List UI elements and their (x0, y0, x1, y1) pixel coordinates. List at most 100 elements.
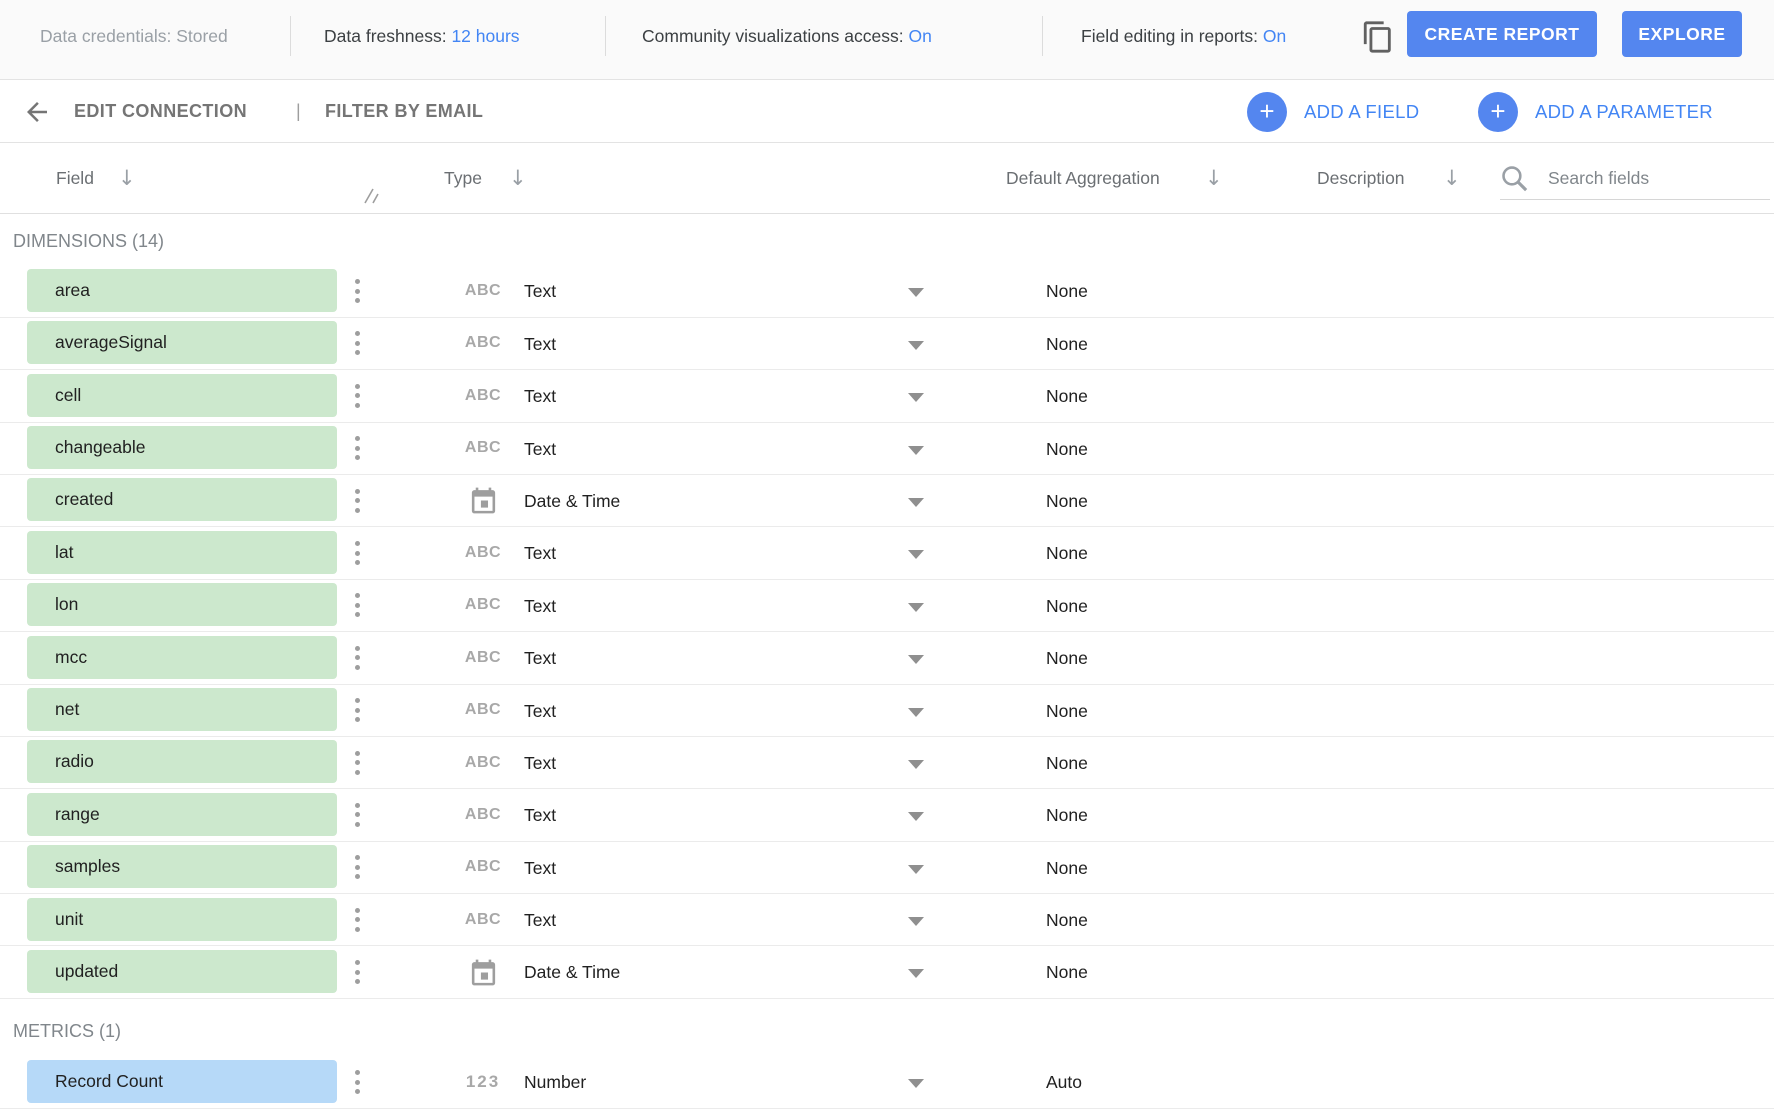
field-type-select[interactable]: ABC 123 Text (440, 632, 942, 683)
field-options-menu-button[interactable] (345, 423, 369, 474)
community-viz-link[interactable]: On (909, 26, 932, 46)
field-type-select[interactable]: ABC 123 Text (440, 370, 942, 421)
chevron-down-icon (908, 708, 924, 717)
field-aggregation-cell[interactable]: None (1046, 946, 1088, 997)
field-options-menu-button[interactable] (345, 580, 369, 631)
field-row: mcc ABC 123 Text None (0, 632, 1774, 684)
field-aggregation-cell[interactable]: None (1046, 894, 1088, 945)
field-options-menu-button[interactable] (345, 842, 369, 893)
field-aggregation-cell[interactable]: None (1046, 737, 1088, 788)
chevron-down-icon (908, 550, 924, 559)
field-options-menu-button[interactable] (345, 632, 369, 683)
field-aggregation-cell[interactable]: None (1046, 265, 1088, 316)
field-options-menu-button[interactable] (345, 894, 369, 945)
field-aggregation-cell[interactable]: None (1046, 632, 1088, 683)
field-type-select[interactable]: ABC 123 Text (440, 318, 942, 369)
field-row: lon ABC 123 Text None (0, 580, 1774, 632)
text-type-icon: ABC (462, 318, 504, 369)
field-name-chip[interactable]: averageSignal (27, 321, 337, 364)
create-report-button[interactable]: CREATE REPORT (1407, 11, 1597, 57)
field-type-select[interactable]: ABC 123 Text (440, 842, 942, 893)
field-type-select[interactable]: ABC 123 Date & Time (440, 946, 942, 997)
search-fields-input[interactable] (1548, 161, 1763, 195)
sort-description-icon[interactable]: ↓ (1443, 143, 1461, 214)
sort-aggregation-icon[interactable]: ↓ (1205, 143, 1223, 214)
field-aggregation-cell[interactable]: None (1046, 370, 1088, 421)
sort-field-icon[interactable]: ↓ (118, 143, 136, 214)
field-options-menu-button[interactable] (345, 1056, 369, 1107)
field-type-select[interactable]: ABC 123 Text (440, 580, 942, 631)
copy-data-source-button[interactable] (1358, 15, 1398, 59)
field-aggregation-cell[interactable]: None (1046, 789, 1088, 840)
column-resize-handle[interactable] (362, 187, 380, 205)
explore-button[interactable]: EXPLORE (1622, 11, 1742, 57)
field-aggregation-cell[interactable]: Auto (1046, 1056, 1082, 1107)
field-type-select[interactable]: ABC 123 Text (440, 737, 942, 788)
field-name-chip[interactable]: area (27, 269, 337, 312)
field-name-chip[interactable]: radio (27, 740, 337, 783)
field-name-chip[interactable]: lon (27, 583, 337, 626)
field-aggregation-cell[interactable]: None (1046, 423, 1088, 474)
field-editing-status: Field editing in reports: On (1081, 0, 1286, 72)
field-type-select[interactable]: ABC 123 Text (440, 789, 942, 840)
field-type-select[interactable]: ABC 123 Text (440, 265, 942, 316)
text-type-icon: ABC (462, 842, 504, 893)
field-name-chip[interactable]: changeable (27, 426, 337, 469)
field-name-chip[interactable]: updated (27, 950, 337, 993)
back-button[interactable] (22, 97, 52, 127)
field-options-menu-button[interactable] (345, 527, 369, 578)
plus-icon: + (1247, 92, 1287, 132)
text-type-icon: ABC (462, 423, 504, 474)
field-type-select[interactable]: ABC 123 Number (440, 1056, 942, 1107)
field-options-menu-button[interactable] (345, 265, 369, 316)
field-options-menu-button[interactable] (345, 370, 369, 421)
metrics-list: Record Count ABC 123 Number Auto (0, 1056, 1774, 1108)
toolbar-separator: | (296, 80, 301, 143)
field-options-menu-button[interactable] (345, 789, 369, 840)
field-aggregation-cell[interactable]: None (1046, 580, 1088, 631)
field-aggregation-cell[interactable]: None (1046, 527, 1088, 578)
text-type-icon: ABC (462, 265, 504, 316)
field-type-select[interactable]: ABC 123 Text (440, 894, 942, 945)
chevron-down-icon (908, 865, 924, 874)
divider (290, 16, 291, 56)
field-name-chip[interactable]: samples (27, 845, 337, 888)
sort-type-icon[interactable]: ↓ (509, 143, 527, 214)
back-arrow-icon (22, 97, 52, 127)
field-name-chip[interactable]: Record Count (27, 1060, 337, 1103)
data-freshness-link[interactable]: 12 hours (451, 26, 519, 46)
add-a-parameter-button[interactable]: + ADD A PARAMETER (1478, 80, 1713, 143)
text-type-icon: ABC (462, 632, 504, 683)
field-row: net ABC 123 Text None (0, 685, 1774, 737)
field-options-menu-button[interactable] (345, 946, 369, 997)
field-type-select[interactable]: ABC 123 Date & Time (440, 475, 942, 526)
field-aggregation-cell[interactable]: None (1046, 318, 1088, 369)
field-name-chip[interactable]: range (27, 793, 337, 836)
field-aggregation-cell[interactable]: None (1046, 475, 1088, 526)
filter-by-email-link[interactable]: FILTER BY EMAIL (325, 80, 483, 143)
field-name-chip[interactable]: unit (27, 898, 337, 941)
divider (605, 16, 606, 56)
field-aggregation-cell[interactable]: None (1046, 842, 1088, 893)
field-aggregation-cell[interactable]: None (1046, 685, 1088, 736)
text-type-icon: ABC (462, 737, 504, 788)
field-type-select[interactable]: ABC 123 Text (440, 527, 942, 578)
text-type-icon: ABC (462, 685, 504, 736)
field-options-menu-button[interactable] (345, 737, 369, 788)
date-type-icon (462, 475, 504, 526)
field-name-chip[interactable]: mcc (27, 636, 337, 679)
field-name-chip[interactable]: created (27, 478, 337, 521)
field-name-chip[interactable]: net (27, 688, 337, 731)
field-type-select[interactable]: ABC 123 Text (440, 423, 942, 474)
add-a-field-button[interactable]: + ADD A FIELD (1247, 80, 1419, 143)
field-options-menu-button[interactable] (345, 685, 369, 736)
field-name-chip[interactable]: cell (27, 374, 337, 417)
field-options-menu-button[interactable] (345, 475, 369, 526)
date-type-icon (462, 946, 504, 997)
field-type-select[interactable]: ABC 123 Text (440, 685, 942, 736)
field-options-menu-button[interactable] (345, 318, 369, 369)
field-name-chip[interactable]: lat (27, 531, 337, 574)
field-editing-link[interactable]: On (1263, 26, 1286, 46)
edit-connection-link[interactable]: EDIT CONNECTION (74, 80, 247, 143)
chevron-down-icon (908, 393, 924, 402)
